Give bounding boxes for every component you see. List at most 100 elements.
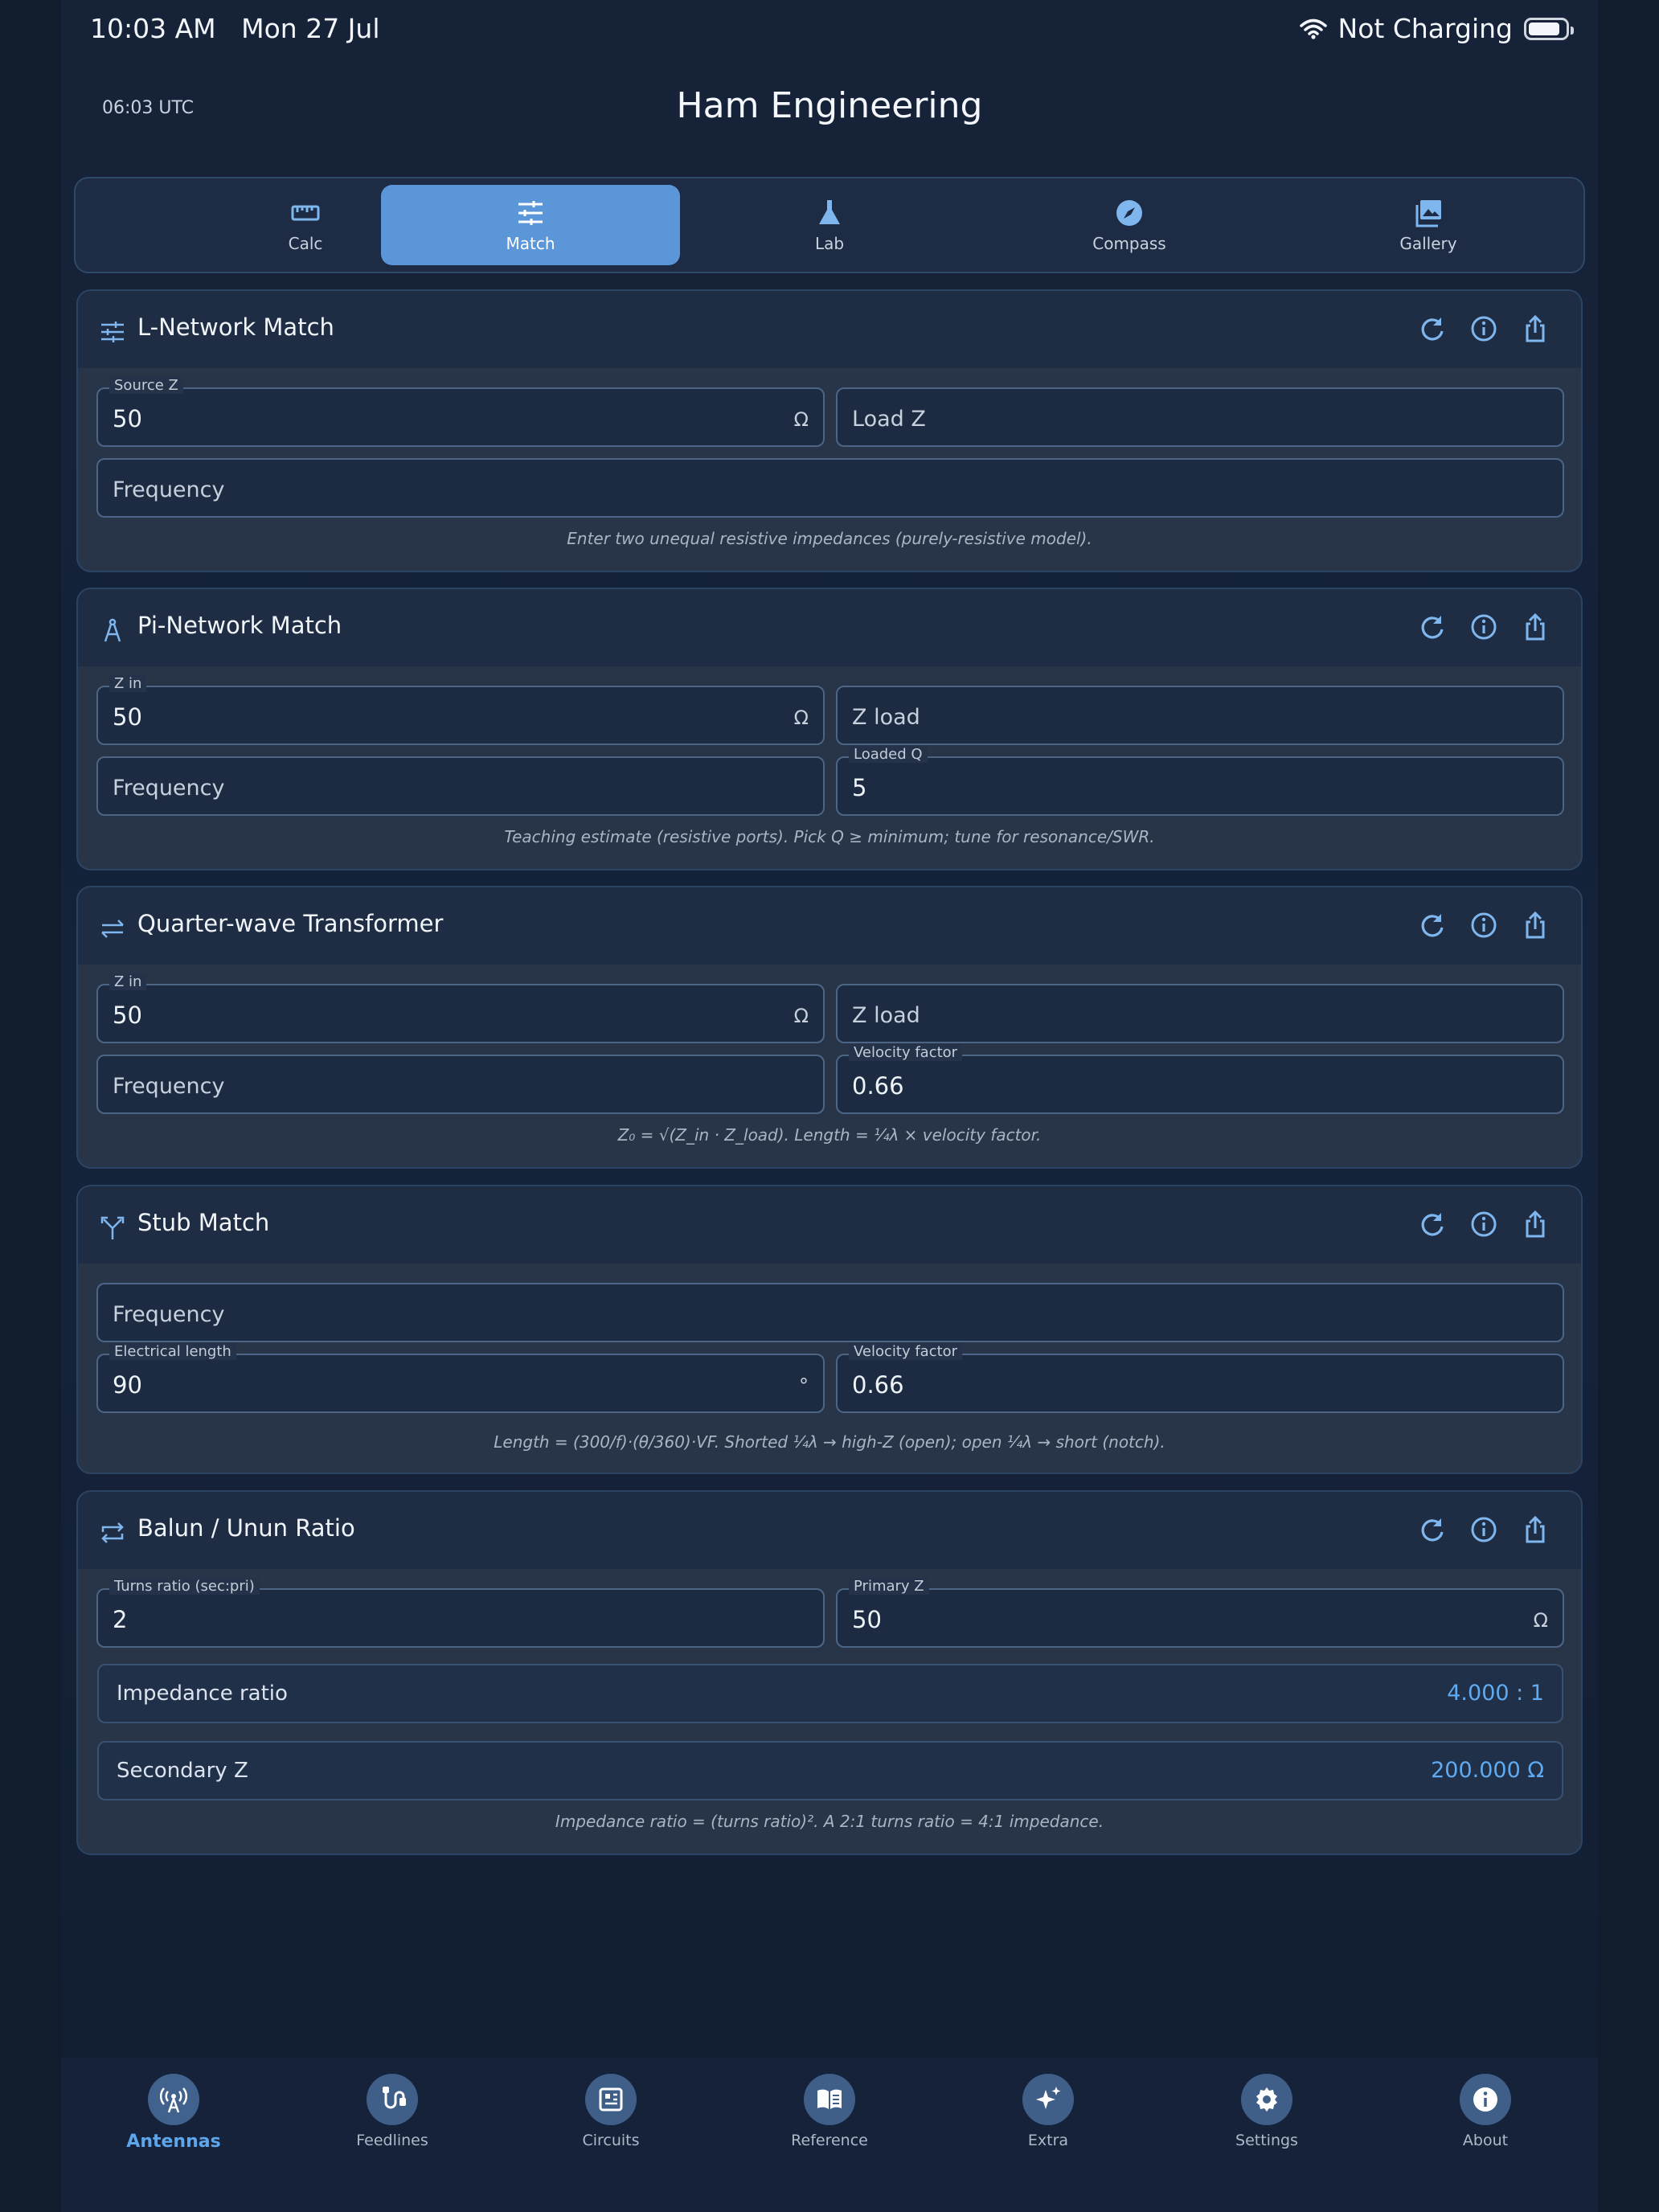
card-note: Enter two unequal resistive impedances (… [567, 529, 1092, 548]
card-header: L-Network Match [78, 291, 1581, 368]
swap-icon [101, 920, 124, 938]
frequency-field[interactable]: Frequency [96, 458, 1564, 518]
info-icon[interactable] [1469, 1514, 1499, 1545]
nav-extra[interactable]: Extra [976, 2074, 1120, 2149]
tab-label: Gallery [1399, 234, 1457, 253]
load-z-field[interactable]: Load Z [836, 387, 1564, 447]
page-title: Ham Engineering [676, 85, 983, 126]
tab-label: Calc [288, 234, 323, 253]
field-value: 0.66 [852, 1371, 904, 1399]
primary-z-field[interactable]: Primary Z 50 Ω [836, 1578, 1564, 1648]
tab-lab[interactable]: Lab [680, 185, 979, 265]
unit-label: ° [799, 1374, 809, 1397]
nav-feedlines[interactable]: Feedlines [320, 2074, 465, 2149]
reset-icon[interactable] [1417, 313, 1448, 344]
info-icon[interactable] [1469, 612, 1499, 642]
z-load-field[interactable]: Z load [836, 686, 1564, 745]
field-value: 50 [113, 703, 142, 731]
field-value: 50 [852, 1606, 882, 1633]
frequency-field[interactable]: Frequency [96, 1283, 1564, 1342]
nav-reference[interactable]: Reference [757, 2074, 902, 2149]
card-actions [1417, 910, 1550, 940]
reset-icon[interactable] [1417, 1514, 1448, 1545]
field-value: 2 [113, 1606, 128, 1633]
z-load-field[interactable]: Z load [836, 984, 1564, 1043]
field-value: 50 [113, 405, 142, 432]
card-header: Stub Match [78, 1186, 1581, 1264]
card-note: Z₀ = √(Z_in · Z_load). Length = ¼λ × vel… [617, 1125, 1042, 1145]
l-network-card: L-Network Match Source Z 50 Ω Load Z Fre… [76, 289, 1583, 572]
compass-draw-icon [104, 618, 121, 642]
top-tab-bar: Calc Match Lab Compass Gallery [74, 177, 1585, 273]
nav-about[interactable]: About [1413, 2074, 1558, 2149]
circuit-icon [585, 2074, 637, 2125]
reset-icon[interactable] [1417, 612, 1448, 642]
compass-icon [1116, 200, 1142, 226]
secondary-z-result: Secondary Z 200.000 Ω [97, 1741, 1563, 1800]
share-icon[interactable] [1520, 1209, 1550, 1239]
tab-compass[interactable]: Compass [980, 185, 1279, 265]
field-label: Z in [109, 973, 147, 990]
gear-icon [1241, 2074, 1292, 2125]
nav-settings[interactable]: Settings [1194, 2074, 1339, 2149]
electrical-length-field[interactable]: Electrical length 90 ° [96, 1343, 825, 1413]
velocity-factor-field[interactable]: Velocity factor 0.66 [836, 1044, 1564, 1114]
turns-ratio-field[interactable]: Turns ratio (sec:pri) 2 [96, 1578, 825, 1648]
nav-label: Circuits [582, 2132, 640, 2149]
status-right: Not Charging [1299, 13, 1574, 44]
field-placeholder: Load Z [852, 407, 926, 432]
fork-icon [100, 1216, 125, 1239]
field-label: Turns ratio (sec:pri) [109, 1578, 260, 1595]
feedline-icon [367, 2074, 418, 2125]
tab-gallery[interactable]: Gallery [1279, 185, 1578, 265]
bottom-nav: Antennas Feedlines Circuits Reference Ex… [61, 2058, 1598, 2212]
tab-label: Lab [814, 234, 845, 253]
field-value: 90 [113, 1371, 142, 1399]
field-placeholder: Frequency [113, 776, 225, 801]
card-actions [1417, 1514, 1550, 1545]
field-label: Velocity factor [849, 1044, 963, 1061]
book-icon [804, 2074, 855, 2125]
card-header: Pi-Network Match [78, 589, 1581, 666]
info-icon[interactable] [1469, 313, 1499, 344]
nav-label: Settings [1235, 2132, 1298, 2149]
nav-antennas[interactable]: Antennas [101, 2074, 246, 2152]
tab-match[interactable]: Match [381, 185, 680, 265]
info-icon[interactable] [1469, 910, 1499, 940]
frequency-field[interactable]: Frequency [96, 756, 825, 816]
card-actions [1417, 1209, 1550, 1239]
flask-icon [819, 200, 840, 224]
wifi-icon [1299, 18, 1327, 39]
unit-label: Ω [1533, 1609, 1548, 1632]
share-icon[interactable] [1520, 313, 1550, 344]
card-note: Teaching estimate (resistive ports). Pic… [504, 827, 1155, 846]
antenna-icon [148, 2074, 199, 2125]
frequency-field[interactable]: Frequency [96, 1055, 825, 1114]
balun-card: Balun / Unun Ratio Turns ratio (sec:pri)… [76, 1490, 1583, 1855]
info-icon [1460, 2074, 1511, 2125]
nav-circuits[interactable]: Circuits [539, 2074, 683, 2149]
result-label: Impedance ratio [117, 1682, 288, 1706]
field-placeholder: Z load [852, 1003, 920, 1028]
card-actions [1417, 612, 1550, 642]
field-value: 5 [852, 774, 867, 801]
field-placeholder: Frequency [113, 1302, 225, 1327]
share-icon[interactable] [1520, 612, 1550, 642]
field-placeholder: Frequency [113, 1074, 225, 1099]
reset-icon[interactable] [1417, 1209, 1448, 1239]
z-in-field[interactable]: Z in 50 Ω [96, 973, 825, 1043]
info-icon[interactable] [1469, 1209, 1499, 1239]
velocity-factor-field[interactable]: Velocity factor 0.66 [836, 1343, 1564, 1413]
loaded-q-field[interactable]: Loaded Q 5 [836, 746, 1564, 816]
source-z-field[interactable]: Source Z 50 Ω [96, 377, 825, 447]
card-header: Balun / Unun Ratio [78, 1492, 1581, 1569]
date: Mon 27 Jul [241, 13, 380, 44]
reset-icon[interactable] [1417, 910, 1448, 940]
z-in-field[interactable]: Z in 50 Ω [96, 675, 825, 745]
field-label: Z in [109, 675, 147, 692]
tab-label: Match [506, 234, 555, 253]
share-icon[interactable] [1520, 910, 1550, 940]
charging-status: Not Charging [1337, 13, 1513, 44]
field-placeholder: Z load [852, 705, 920, 730]
share-icon[interactable] [1520, 1514, 1550, 1545]
